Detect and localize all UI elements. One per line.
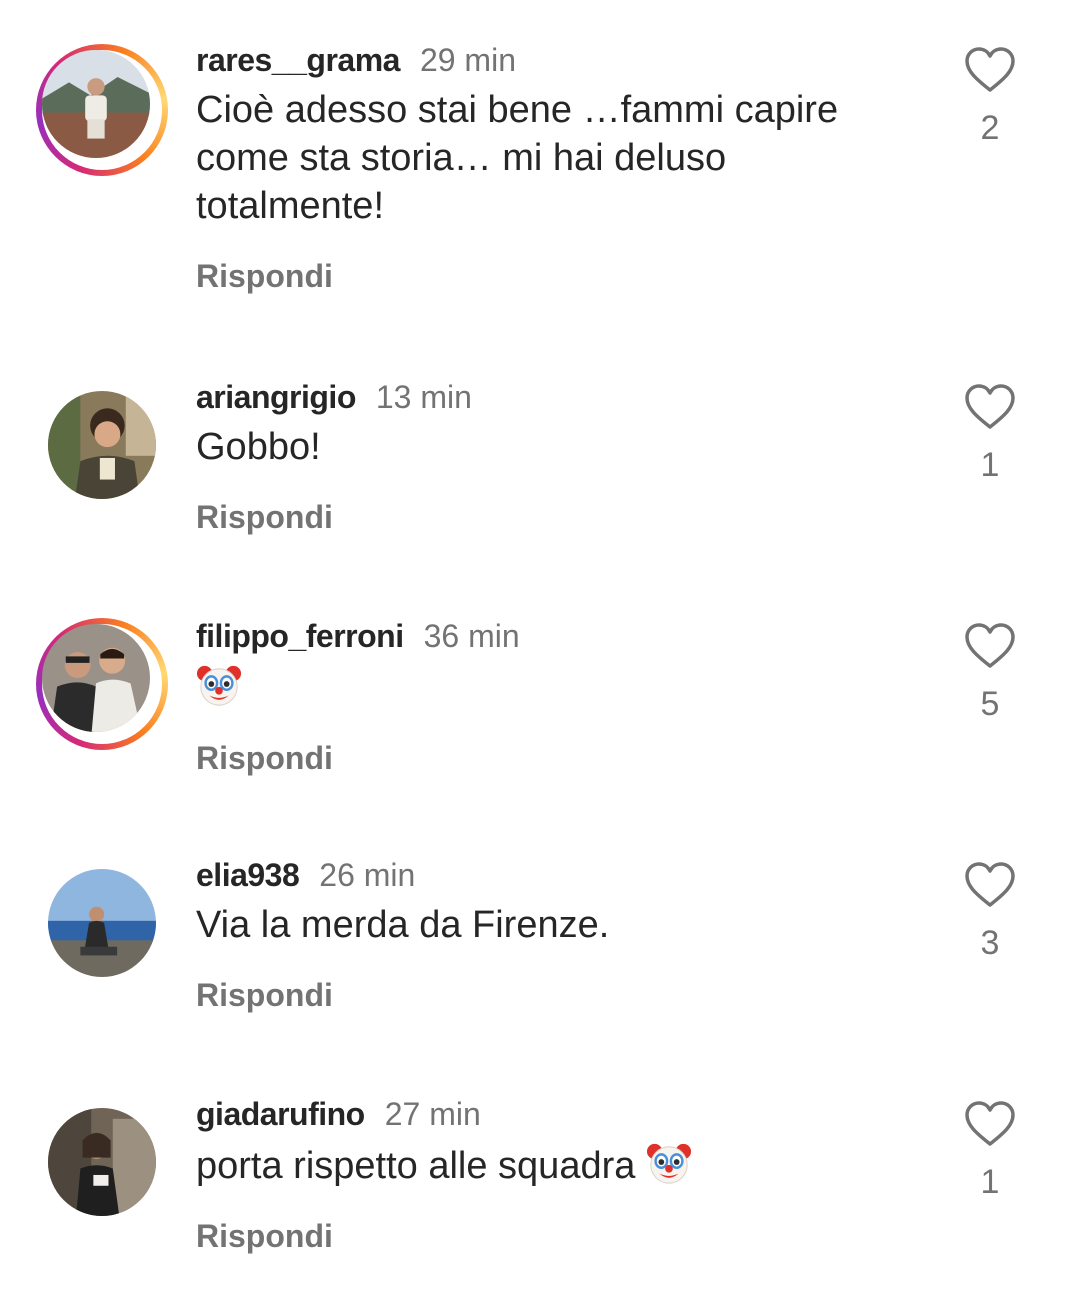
comment-text: porta rispetto alle squadra (196, 1140, 916, 1190)
comment-item: giadarufino 27 min porta rispetto alle sq… (0, 1094, 1080, 1274)
comment-item: filippo_ferroni 36 min Rispondi 5 (0, 616, 1080, 796)
comment-text: Gobbo! (196, 426, 321, 468)
comment-text-content: porta rispetto alle squadra (196, 1145, 646, 1187)
comment-item: ariangrigio 13 min Gobbo! Rispondi 1 (0, 377, 1080, 557)
comment-username[interactable]: giadarufino (196, 1096, 365, 1132)
clown-face-icon (646, 1143, 691, 1184)
comment-username[interactable]: elia938 (196, 857, 300, 893)
comment-time: 27 min (384, 1096, 481, 1132)
reply-button[interactable]: Rispondi (196, 1216, 916, 1256)
like-count: 2 (980, 109, 1000, 147)
avatar-photo-icon (42, 50, 150, 158)
like-count: 1 (980, 446, 1000, 484)
comment-time: 26 min (319, 857, 416, 893)
heart-icon[interactable] (964, 622, 1016, 670)
like-area: 1 (958, 383, 1022, 485)
avatar[interactable] (36, 618, 168, 750)
heart-icon[interactable] (964, 383, 1016, 431)
avatar-photo-icon (48, 391, 156, 499)
avatar-photo-icon (48, 869, 156, 977)
like-area: 3 (958, 861, 1022, 963)
comment-time: 29 min (419, 42, 516, 78)
avatar-photo-icon (42, 624, 150, 732)
comment-text (196, 662, 916, 712)
heart-icon[interactable] (964, 46, 1016, 94)
comment-username[interactable]: rares__grama (196, 42, 400, 78)
comment-time: 13 min (375, 379, 472, 415)
reply-button[interactable]: Rispondi (196, 738, 916, 778)
avatar[interactable] (36, 379, 168, 511)
heart-icon[interactable] (964, 1100, 1016, 1148)
comment-username[interactable]: ariangrigio (196, 379, 356, 415)
heart-icon[interactable] (964, 861, 1016, 909)
like-area: 2 (958, 46, 1022, 148)
avatar[interactable] (36, 1096, 168, 1228)
like-count: 5 (980, 685, 1000, 723)
avatar-photo-icon (48, 1108, 156, 1216)
avatar[interactable] (36, 44, 168, 176)
comment-text: Via la merda da Firenze. (196, 904, 610, 946)
comment-item: rares__grama 29 min Cioè adesso stai bene… (0, 40, 1080, 320)
comments-list: rares__grama 29 min Cioè adesso stai bene… (0, 0, 1080, 1301)
like-area: 1 (958, 1100, 1022, 1202)
like-count: 1 (980, 1163, 1000, 1201)
comment-text: Cioè adesso stai bene …fammi capire come… (196, 89, 839, 227)
comment-username[interactable]: filippo_ferroni (196, 618, 404, 654)
comment-item: elia938 26 min Via la merda da Firenze. R… (0, 855, 1080, 1035)
clown-face-icon (196, 665, 242, 706)
like-area: 5 (958, 622, 1022, 724)
like-count: 3 (980, 924, 1000, 962)
reply-button[interactable]: Rispondi (196, 975, 916, 1015)
reply-button[interactable]: Rispondi (196, 256, 916, 296)
avatar[interactable] (36, 857, 168, 989)
reply-button[interactable]: Rispondi (196, 497, 916, 537)
comment-time: 36 min (423, 618, 520, 654)
